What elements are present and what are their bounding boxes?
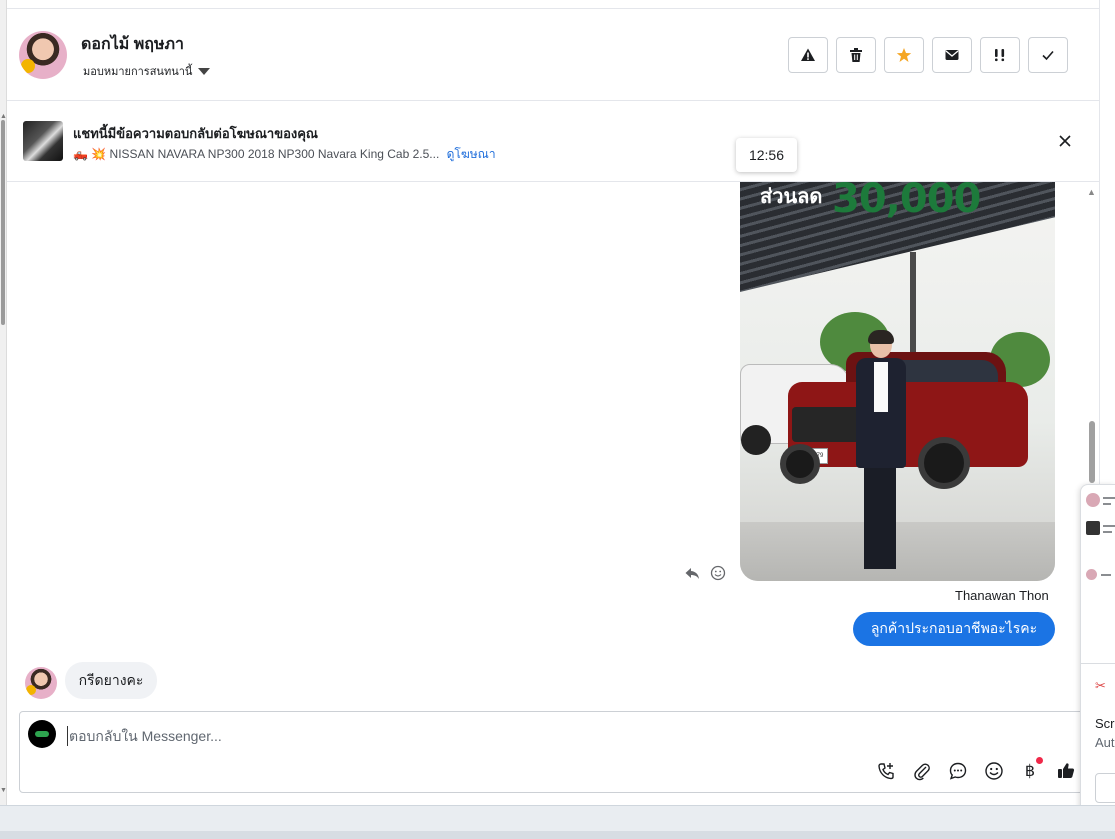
ad-banner-subtitle: 🛻 💥 NISSAN NAVARA NP300 2018 NP300 Navar… <box>73 145 496 164</box>
image-message[interactable]: ส่วนลด 30,000 ผผ 879 <box>740 182 1055 581</box>
panel-text-line2: Aut <box>1095 735 1115 750</box>
ad-description: 🛻 💥 NISSAN NAVARA NP300 2018 NP300 Navar… <box>73 147 440 161</box>
reply-message-button[interactable] <box>684 565 700 581</box>
delete-button[interactable] <box>836 37 876 73</box>
promo-prefix-text: ส่วนลด <box>760 186 823 208</box>
report-spam-button[interactable] <box>788 37 828 73</box>
saved-replies-button[interactable] <box>947 760 969 782</box>
preview-line <box>1103 531 1112 533</box>
outgoing-message-bubble[interactable]: ลูกค้าประกอบอาชีพอะไรคะ <box>853 612 1055 646</box>
smiley-icon <box>710 565 726 581</box>
mark-done-button[interactable] <box>1028 37 1068 73</box>
side-popup-panel[interactable]: ✂ Scre Aut <box>1080 484 1115 817</box>
red-nissan-navara: ผผ 879 <box>780 352 1033 492</box>
saved-reply-icon <box>949 762 967 780</box>
contact-name[interactable]: ดอกไม้ พฤษภา <box>81 32 184 57</box>
composer-toolbar: ฿ <box>875 757 1077 782</box>
call-add-icon <box>878 763 894 780</box>
baht-icon: ฿ <box>1024 763 1036 780</box>
preview-line <box>1103 497 1115 499</box>
panel-action-button[interactable] <box>1095 773 1115 803</box>
incoming-message-bubble[interactable]: กรีดยางคะ <box>65 662 157 699</box>
warning-icon <box>801 48 815 61</box>
messenger-inbox-window: ▲ ▼ ดอกไม้ พฤษภา มอบหมายการสนทนานี้ แชทน… <box>0 0 1115 839</box>
conversation-header: ดอกไม้ พฤษภา มอบหมายการสนทนานี้ <box>7 9 1099 101</box>
view-ad-link[interactable]: ดูโฆษณา <box>447 147 496 161</box>
scroll-up-arrow-icon[interactable]: ▲ <box>0 113 7 120</box>
sender-name: Thanawan Thon <box>955 588 1049 603</box>
reply-input[interactable] <box>67 726 767 746</box>
emoji-icon <box>985 762 1003 780</box>
attachment-icon <box>914 763 930 781</box>
page-avatar <box>28 720 56 748</box>
panel-divider <box>1081 663 1115 664</box>
screenshot-tool-icon: ✂ <box>1095 678 1106 693</box>
ad-banner-title: แชทนี้มีข้อความตอบกลับต่อโฆษณาของคุณ <box>73 126 318 141</box>
like-button[interactable] <box>1055 760 1077 782</box>
close-banner-button[interactable] <box>1055 131 1075 151</box>
follow-up-button[interactable] <box>980 37 1020 73</box>
star-icon <box>896 48 912 62</box>
assign-conversation-dropdown[interactable]: มอบหมายการสนทนานี้ <box>83 62 211 80</box>
close-icon <box>1059 135 1071 147</box>
add-call-button[interactable] <box>875 760 897 782</box>
envelope-icon <box>945 50 959 60</box>
mark-unread-button[interactable] <box>932 37 972 73</box>
star-button[interactable] <box>884 37 924 73</box>
salesperson <box>852 330 908 577</box>
contact-avatar[interactable] <box>19 31 67 79</box>
message-actions <box>684 565 726 581</box>
conversation-scrollbar-thumb[interactable] <box>1089 421 1095 483</box>
mini-avatar <box>1086 569 1097 580</box>
react-message-button[interactable] <box>710 565 726 581</box>
preview-line <box>1103 525 1115 527</box>
caret-down-icon <box>198 67 211 75</box>
message-composer: ฿ <box>19 711 1089 793</box>
left-scrollbar-thumb[interactable] <box>1 120 5 325</box>
emoji-button[interactable] <box>983 760 1005 782</box>
timestamp-tooltip: 12:56 <box>736 138 797 172</box>
preview-line <box>1103 503 1111 505</box>
assign-label: มอบหมายการสนทนานี้ <box>83 66 193 78</box>
check-icon <box>1042 50 1054 61</box>
mini-thumbnail <box>1086 521 1100 535</box>
mini-avatar <box>1086 493 1100 507</box>
scroll-down-arrow-icon[interactable]: ▼ <box>0 787 7 794</box>
notification-dot <box>1036 757 1043 764</box>
panel-text-line1: Scre <box>1095 716 1115 731</box>
taskbar-strip <box>0 831 1115 839</box>
exclamation-icon <box>995 49 1005 62</box>
payment-button[interactable]: ฿ <box>1019 757 1043 782</box>
scroll-up-arrow-icon[interactable]: ▲ <box>1087 187 1096 197</box>
header-actions <box>788 37 1068 73</box>
reply-icon <box>685 568 699 579</box>
attach-file-button[interactable] <box>911 760 933 782</box>
left-scrollbar[interactable]: ▲ ▼ <box>0 0 7 805</box>
trash-icon <box>850 48 862 62</box>
thumbs-up-icon <box>1058 763 1075 778</box>
ad-thumbnail[interactable] <box>23 121 63 161</box>
promo-amount-text: 30,000 <box>832 182 981 222</box>
ad-reply-banner: แชทนี้มีข้อความตอบกลับต่อโฆษณาของคุณ 🛻 💥… <box>7 102 1099 182</box>
contact-avatar-small[interactable] <box>25 667 57 699</box>
taskbar <box>0 805 1115 839</box>
preview-line <box>1101 574 1111 576</box>
